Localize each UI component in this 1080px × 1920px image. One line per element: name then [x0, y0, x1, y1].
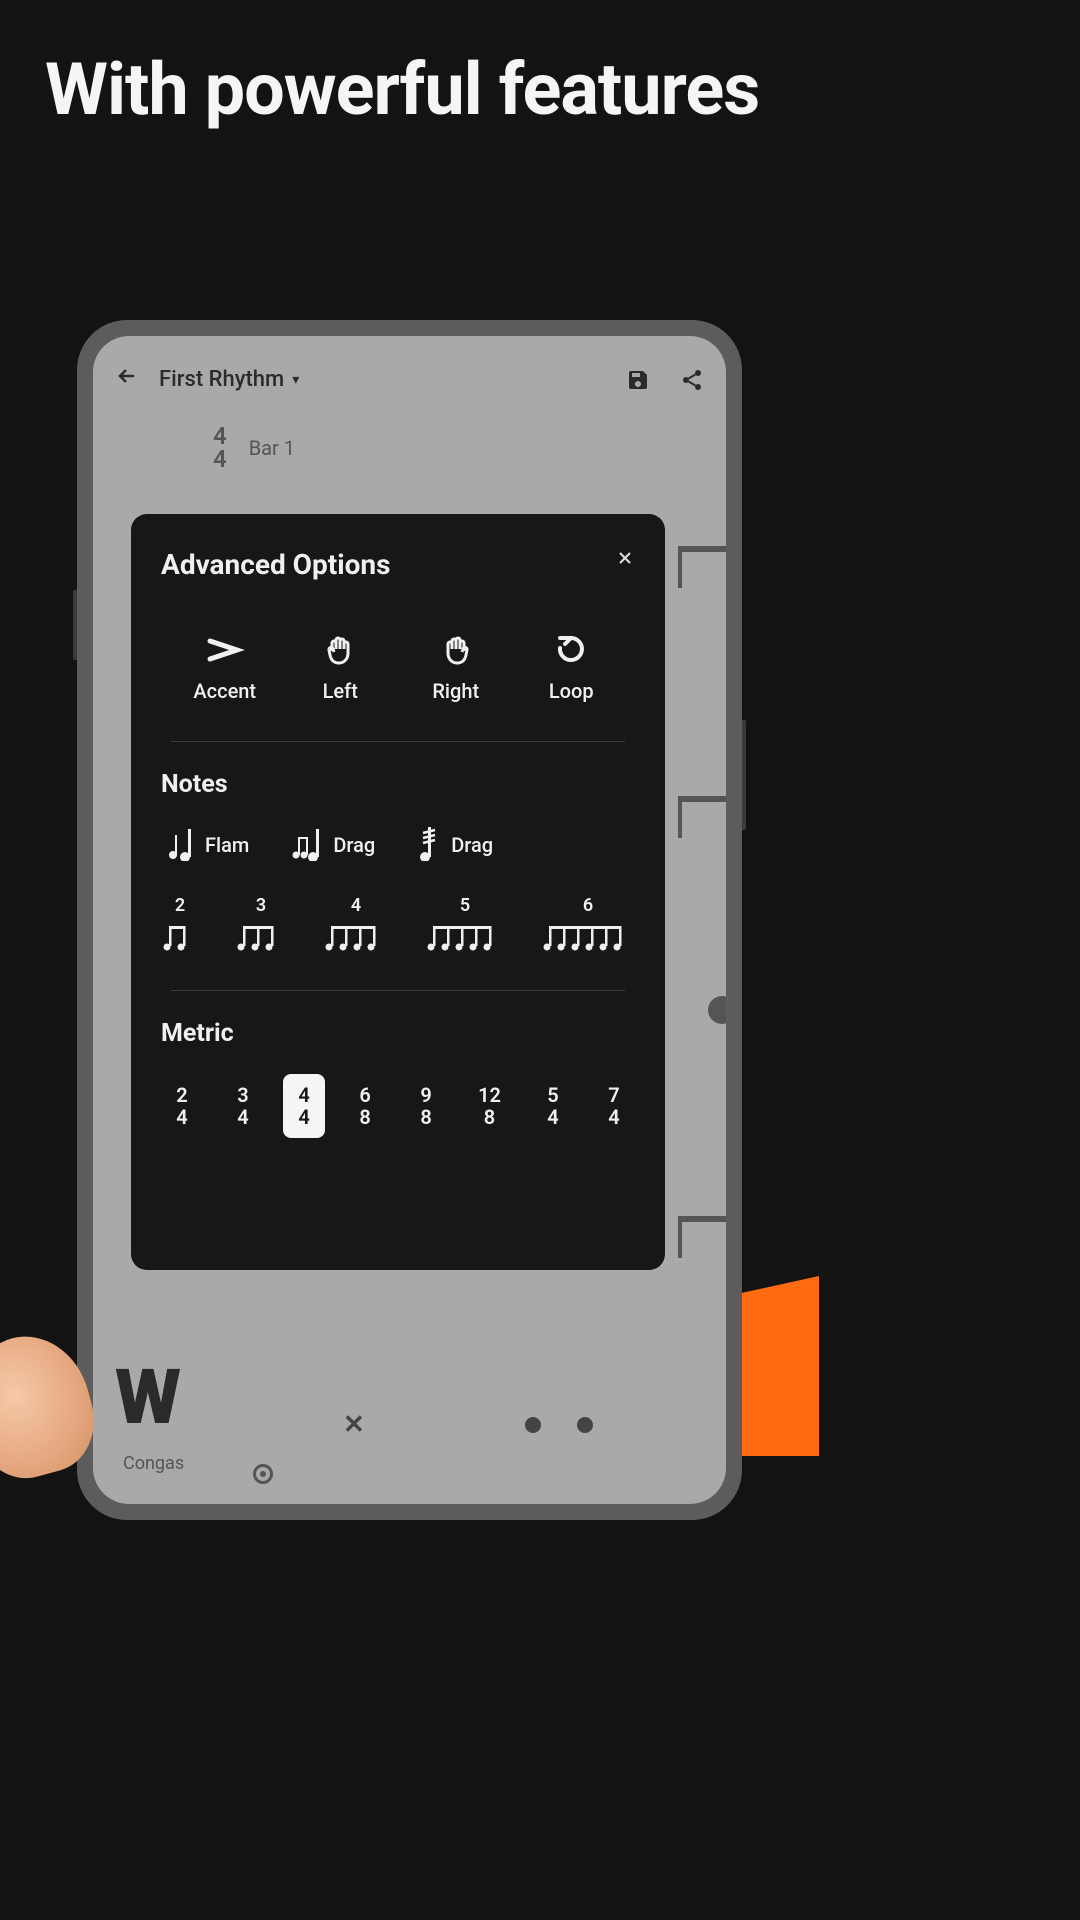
left-hand-button[interactable]: Left — [283, 633, 399, 703]
tuplet-4-button[interactable]: 4 — [325, 895, 387, 952]
bg-notation-lane: ✕ — [343, 1410, 726, 1440]
tuplet-icon — [237, 920, 285, 952]
project-title: First Rhythm — [159, 367, 284, 392]
close-icon[interactable] — [615, 548, 635, 574]
flam-icon — [167, 825, 191, 865]
promo-headline: With powerful features — [0, 0, 819, 129]
metric-section-title: Metric — [161, 1019, 635, 1048]
bg-instrument-icon: W — [115, 1371, 181, 1424]
share-icon[interactable] — [680, 368, 704, 392]
tuplet-6-button[interactable]: 6 — [543, 895, 633, 952]
loop-icon — [554, 633, 588, 667]
back-arrow-icon[interactable] — [115, 364, 139, 395]
modal-title: Advanced Options — [161, 548, 390, 581]
tuplet-3-button[interactable]: 3 — [237, 895, 285, 952]
phone-screen: First Rhythm ▾ 4 4 Bar 1 W Cong — [93, 336, 726, 1504]
track-label: Congas — [123, 1453, 184, 1474]
metric-4-4-button[interactable]: 44 — [283, 1074, 325, 1138]
accent-icon — [205, 633, 245, 667]
project-title-dropdown[interactable]: First Rhythm ▾ — [159, 367, 606, 392]
roll-button[interactable]: Drag — [417, 825, 493, 865]
metric-12-8-button[interactable]: 128 — [466, 1074, 513, 1138]
time-signature[interactable]: 4 4 — [213, 425, 227, 471]
advanced-options-modal: Advanced Options Accent Left — [131, 514, 665, 1270]
drag-icon — [291, 825, 319, 865]
metric-7-4-button[interactable]: 74 — [593, 1074, 635, 1138]
tuplet-icon — [427, 920, 503, 952]
divider — [171, 990, 625, 991]
save-icon[interactable] — [626, 368, 650, 392]
playhead-icon — [253, 1464, 273, 1484]
drag-button[interactable]: Drag — [291, 825, 375, 865]
bg-notation-row — [678, 1216, 726, 1252]
divider — [171, 741, 625, 742]
tuplet-5-button[interactable]: 5 — [427, 895, 503, 952]
tuplet-icon — [543, 920, 633, 952]
bar-info: 4 4 Bar 1 — [213, 425, 726, 471]
accent-button[interactable]: Accent — [167, 633, 283, 703]
notes-section-title: Notes — [161, 770, 635, 799]
bg-notation-row — [678, 546, 726, 582]
bg-note-dot — [708, 996, 726, 1024]
chevron-down-icon: ▾ — [292, 372, 299, 388]
metric-2-4-button[interactable]: 24 — [161, 1074, 203, 1138]
hand-left-icon — [325, 633, 355, 667]
metric-5-4-button[interactable]: 54 — [532, 1074, 574, 1138]
metric-3-4-button[interactable]: 34 — [222, 1074, 264, 1138]
tuplet-2-button[interactable]: 2 — [163, 895, 197, 952]
metric-6-8-button[interactable]: 68 — [344, 1074, 386, 1138]
flam-button[interactable]: Flam — [167, 825, 249, 865]
tuplet-icon — [163, 920, 197, 952]
tuplet-icon — [325, 920, 387, 952]
hand-right-icon — [441, 633, 471, 667]
roll-icon — [417, 825, 437, 865]
bar-label: Bar 1 — [249, 436, 295, 460]
metric-9-8-button[interactable]: 98 — [405, 1074, 447, 1138]
right-hand-button[interactable]: Right — [398, 633, 514, 703]
bg-notation-row — [678, 796, 726, 832]
app-header: First Rhythm ▾ — [93, 336, 726, 413]
loop-button[interactable]: Loop — [514, 633, 630, 703]
phone-frame: First Rhythm ▾ 4 4 Bar 1 W Cong — [77, 320, 742, 1520]
